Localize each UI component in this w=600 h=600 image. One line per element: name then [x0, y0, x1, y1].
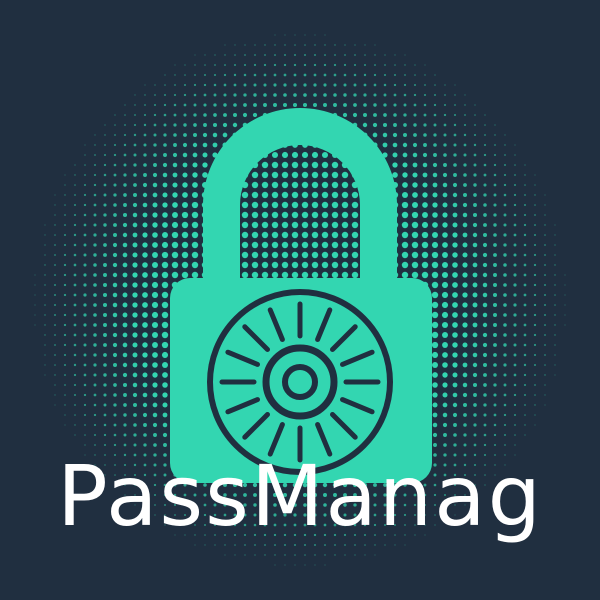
brand-wordmark: PassManag — [57, 447, 543, 545]
padlock-shackle — [203, 108, 397, 300]
logo-canvas: PassManag — [0, 0, 600, 600]
